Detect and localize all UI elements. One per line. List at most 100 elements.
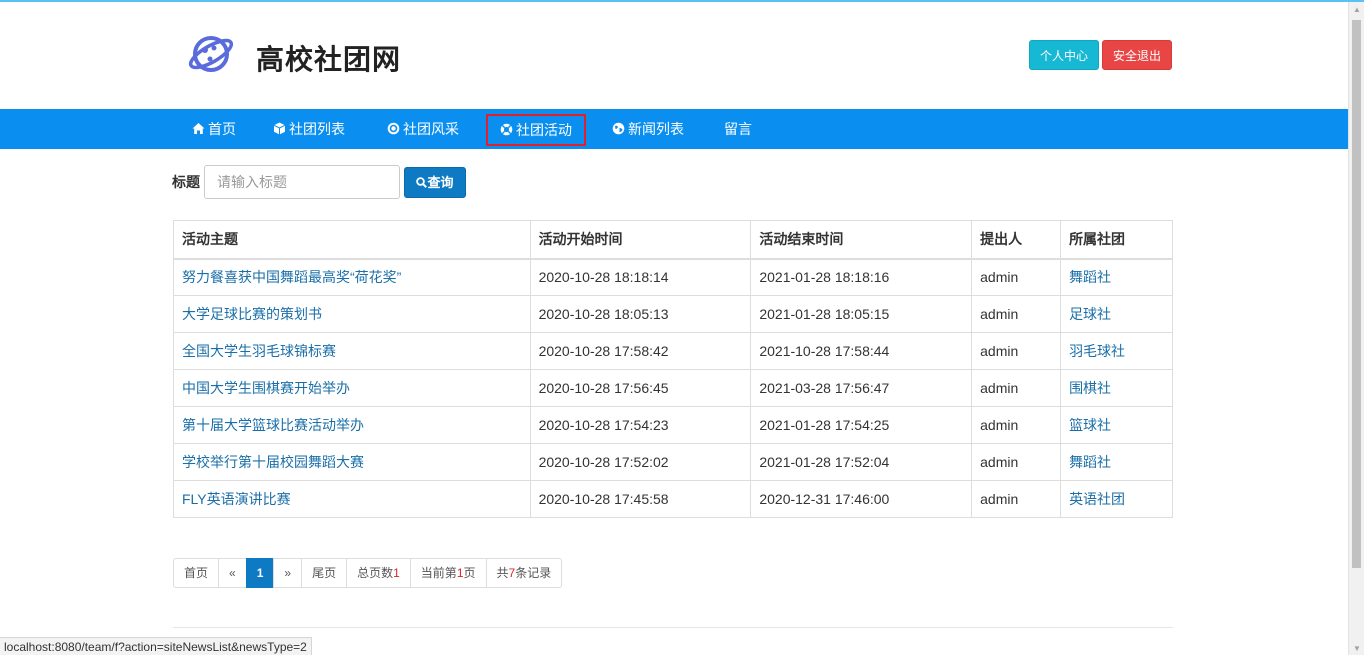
nav-item-club-list[interactable]: 社团列表 (273, 109, 345, 149)
col-header-topic: 活动主题 (173, 220, 531, 260)
site-header: 高校社团网 个人中心 安全退出 (0, 4, 1348, 108)
proposer-cell: admin (971, 480, 1062, 518)
current-page-suffix: 页 (463, 566, 476, 580)
nav-label-club-list: 社团列表 (289, 121, 345, 137)
nav-label-home: 首页 (208, 121, 236, 137)
page-scrollbar[interactable]: ▲ ▼ (1348, 2, 1364, 655)
activity-topic-link[interactable]: 学校举行第十届校园舞蹈大赛 (182, 454, 364, 470)
club-link[interactable]: 围棋社 (1069, 380, 1111, 396)
club-link[interactable]: 英语社团 (1069, 491, 1125, 507)
proposer-cell: admin (971, 332, 1062, 370)
activity-topic-link[interactable]: 中国大学生围棋赛开始举办 (182, 380, 350, 396)
search-button-label: 查询 (427, 175, 454, 190)
nav-label-club-style: 社团风采 (403, 121, 459, 137)
records-suffix: 条记录 (515, 566, 552, 580)
club-link[interactable]: 篮球社 (1069, 417, 1111, 433)
cube-icon (273, 110, 286, 135)
proposer-cell: admin (971, 443, 1062, 481)
nav-item-message[interactable]: 留言 (724, 109, 752, 149)
start-time-cell: 2020-10-28 18:05:13 (529, 295, 752, 333)
club-link[interactable]: 羽毛球社 (1069, 343, 1125, 359)
records-prefix: 共 (496, 566, 509, 580)
end-time-cell: 2021-01-28 17:52:04 (750, 443, 973, 481)
proposer-cell: admin (971, 295, 1062, 333)
browser-status-url: localhost:8080/team/f?action=siteNewsLis… (0, 637, 312, 655)
table-row: 第十届大学篮球比赛活动举办 2020-10-28 17:54:23 2021-0… (173, 406, 1173, 444)
page-prev-button[interactable]: « (218, 558, 247, 588)
search-button[interactable]: 查询 (404, 167, 466, 198)
scroll-down-icon[interactable]: ▼ (1349, 641, 1364, 655)
lifebuoy-icon (500, 117, 513, 136)
nav-item-club-activities[interactable]: 社团活动 (486, 114, 586, 146)
start-time-cell: 2020-10-28 18:18:14 (529, 258, 752, 296)
nav-item-home[interactable]: 首页 (192, 109, 236, 149)
total-pages-prefix: 总页数 (357, 566, 394, 580)
total-pages-info: 总页数1 (346, 558, 411, 588)
nav-item-news-list[interactable]: 新闻列表 (612, 109, 684, 149)
scroll-thumb[interactable] (1352, 20, 1361, 568)
planet-logo-icon[interactable] (186, 30, 236, 78)
search-icon (416, 177, 428, 188)
nav-label-news-list: 新闻列表 (628, 121, 684, 137)
user-center-button[interactable]: 个人中心 (1029, 40, 1099, 70)
page-current-button[interactable]: 1 (245, 558, 275, 588)
table-row: 努力餐喜获中国舞蹈最高奖“荷花奖” 2020-10-28 18:18:14 20… (173, 258, 1173, 296)
current-page-value: 1 (456, 566, 464, 580)
main-nav: 首页 社团列表 社团风采 社团活动 新闻列表 留言 (0, 109, 1348, 149)
end-time-cell: 2021-01-28 18:18:16 (750, 258, 973, 296)
start-time-cell: 2020-10-28 17:58:42 (529, 332, 752, 370)
activity-topic-link[interactable]: 努力餐喜获中国舞蹈最高奖“荷花奖” (182, 269, 401, 285)
home-icon (192, 110, 205, 134)
end-time-cell: 2021-01-28 18:05:15 (750, 295, 973, 333)
proposer-cell: admin (971, 369, 1062, 407)
end-time-cell: 2021-01-28 17:54:25 (750, 406, 973, 444)
search-title-label: 标题 (172, 174, 200, 190)
col-header-start-time: 活动开始时间 (529, 220, 752, 260)
table-row: 大学足球比赛的策划书 2020-10-28 18:05:13 2021-01-2… (173, 295, 1173, 333)
end-time-cell: 2021-03-28 17:56:47 (750, 369, 973, 407)
page-first-button[interactable]: 首页 (173, 558, 220, 588)
col-header-proposer: 提出人 (971, 220, 1062, 260)
table-row: 全国大学生羽毛球锦标赛 2020-10-28 17:58:42 2021-10-… (173, 332, 1173, 370)
col-header-club: 所属社团 (1060, 220, 1173, 260)
logout-button[interactable]: 安全退出 (1102, 40, 1172, 70)
activity-topic-link[interactable]: FLY英语演讲比赛 (182, 491, 291, 507)
col-header-end-time: 活动结束时间 (750, 220, 973, 260)
current-page-prefix: 当前第 (420, 566, 457, 580)
globe-icon (612, 110, 625, 135)
nav-label-club-activities: 社团活动 (516, 122, 572, 138)
site-title: 高校社团网 (256, 44, 402, 75)
activity-topic-link[interactable]: 大学足球比赛的策划书 (182, 306, 322, 322)
activity-table: 活动主题 活动开始时间 活动结束时间 提出人 所属社团 努力餐喜获中国舞蹈最高奖… (173, 220, 1173, 518)
total-pages-value: 1 (393, 566, 400, 580)
footer-divider (173, 627, 1173, 628)
target-icon (387, 110, 400, 135)
search-title-input[interactable] (204, 165, 400, 199)
page: 高校社团网 个人中心 安全退出 首页 社团列表 社团风采 社团活动 新闻列表 留… (0, 4, 1348, 655)
table-row: FLY英语演讲比赛 2020-10-28 17:45:58 2020-12-31… (173, 480, 1173, 518)
nav-label-message: 留言 (724, 121, 752, 137)
current-page-info: 当前第1页 (409, 558, 487, 588)
activity-topic-link[interactable]: 第十届大学篮球比赛活动举办 (182, 417, 364, 433)
total-records-info: 共7条记录 (485, 558, 563, 588)
nav-item-club-style[interactable]: 社团风采 (387, 109, 459, 149)
pagination: 首页 « 1 » 尾页 总页数1 当前第1页 共7条记录 (173, 558, 563, 588)
club-link[interactable]: 舞蹈社 (1069, 269, 1111, 285)
start-time-cell: 2020-10-28 17:52:02 (529, 443, 752, 481)
club-link[interactable]: 足球社 (1069, 306, 1111, 322)
activity-topic-link[interactable]: 全国大学生羽毛球锦标赛 (182, 343, 336, 359)
start-time-cell: 2020-10-28 17:45:58 (529, 480, 752, 518)
page-next-button[interactable]: » (273, 558, 303, 588)
proposer-cell: admin (971, 406, 1062, 444)
page-last-button[interactable]: 尾页 (301, 558, 348, 588)
scroll-up-icon[interactable]: ▲ (1349, 2, 1364, 18)
end-time-cell: 2021-10-28 17:58:44 (750, 332, 973, 370)
table-header-row: 活动主题 活动开始时间 活动结束时间 提出人 所属社团 (173, 220, 1173, 260)
proposer-cell: admin (971, 258, 1062, 296)
end-time-cell: 2020-12-31 17:46:00 (750, 480, 973, 518)
start-time-cell: 2020-10-28 17:56:45 (529, 369, 752, 407)
club-link[interactable]: 舞蹈社 (1069, 454, 1111, 470)
table-row: 学校举行第十届校园舞蹈大赛 2020-10-28 17:52:02 2021-0… (173, 443, 1173, 481)
start-time-cell: 2020-10-28 17:54:23 (529, 406, 752, 444)
table-row: 中国大学生围棋赛开始举办 2020-10-28 17:56:45 2021-03… (173, 369, 1173, 407)
